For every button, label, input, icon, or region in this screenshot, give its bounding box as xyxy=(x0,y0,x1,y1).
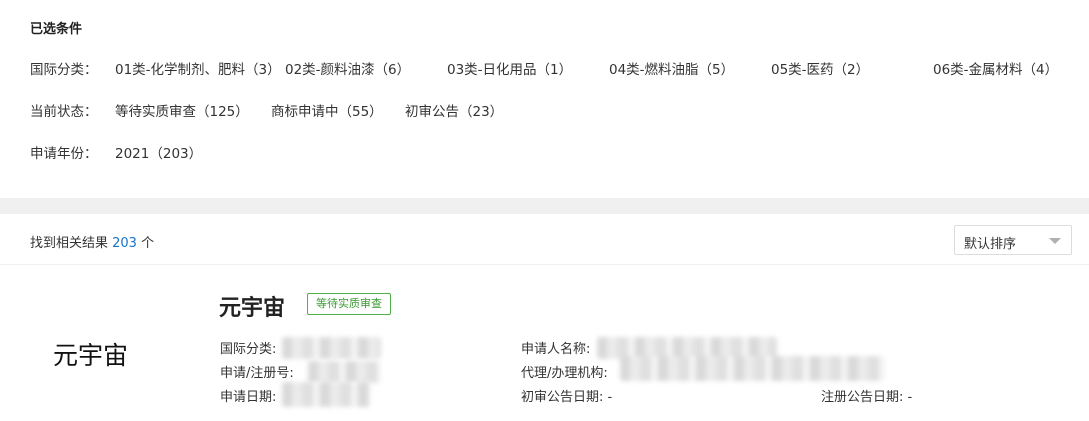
redacted-agency xyxy=(620,356,885,381)
filter-option-year-2021[interactable]: 2021（203） xyxy=(115,142,202,162)
sort-selected-label: 默认排序 xyxy=(964,237,1017,252)
filter-label-status: 当前状态： xyxy=(30,104,98,120)
filter-option-class-04[interactable]: 04类-燃料油脂（5） xyxy=(609,58,734,78)
filter-option-class-03[interactable]: 03类-日化用品（1） xyxy=(447,58,572,78)
trademark-logo[interactable]: 元宇宙 xyxy=(53,336,128,372)
redacted-reg-no xyxy=(308,361,381,383)
filter-option-class-05[interactable]: 05类-医药（2） xyxy=(771,58,869,78)
section-divider xyxy=(0,198,1089,214)
filter-option-class-02[interactable]: 02类-颜料油漆（6） xyxy=(285,58,410,78)
results-prefix: 找到相关结果 xyxy=(30,236,113,251)
filters-title: 已选条件 xyxy=(30,22,83,37)
field-applicant-label: 申请人名称: xyxy=(521,342,591,357)
selected-filters-panel: 已选条件 国际分类： 01类-化学制剂、肥料（3） 02类-颜料油漆（6） 03… xyxy=(0,0,1089,198)
caret-down-icon xyxy=(1049,238,1061,244)
field-prelim-date-label: 初审公告日期: xyxy=(521,390,604,405)
filter-option-class-01[interactable]: 01类-化学制剂、肥料（3） xyxy=(115,58,281,78)
field-reg-date-value: - xyxy=(907,390,913,405)
trademark-name[interactable]: 元宇宙 xyxy=(219,290,285,322)
field-reg-no-label: 申请/注册号: xyxy=(220,366,294,381)
field-reg-date-label: 注册公告日期: xyxy=(821,390,904,405)
results-suffix: 个 xyxy=(136,236,155,251)
filter-option-status-prelim[interactable]: 初审公告（23） xyxy=(405,100,503,120)
filter-label-year: 申请年份： xyxy=(30,146,98,162)
filter-option-status-awaiting[interactable]: 等待实质审查（125） xyxy=(115,100,249,120)
filter-label-intl-class: 国际分类： xyxy=(30,62,98,78)
results-count: 203 xyxy=(112,236,137,251)
filter-option-status-applying[interactable]: 商标申请中（55） xyxy=(271,100,383,120)
field-agency-label: 代理/办理机构: xyxy=(521,366,608,381)
field-reg-date: 注册公告日期: - xyxy=(821,386,912,405)
status-badge: 等待实质审查 xyxy=(307,293,391,315)
results-summary: 找到相关结果 203 个 xyxy=(30,232,154,251)
field-prelim-date-value: - xyxy=(607,390,613,405)
redacted-apply-date xyxy=(282,382,370,407)
field-intl-class-label: 国际分类: xyxy=(220,342,277,357)
trademark-card[interactable]: 元宇宙 元宇宙 等待实质审查 国际分类: 申请/注册号: 申请日期: 申请人名称… xyxy=(0,265,1089,421)
filter-option-class-06[interactable]: 06类-金属材料（4） xyxy=(933,58,1058,78)
field-prelim-date: 初审公告日期: - xyxy=(521,386,612,405)
field-apply-date-label: 申请日期: xyxy=(220,390,277,405)
redacted-intl-class xyxy=(282,337,381,359)
sort-dropdown[interactable]: 默认排序 xyxy=(954,225,1072,255)
results-bar: 找到相关结果 203 个 默认排序 xyxy=(0,214,1089,265)
